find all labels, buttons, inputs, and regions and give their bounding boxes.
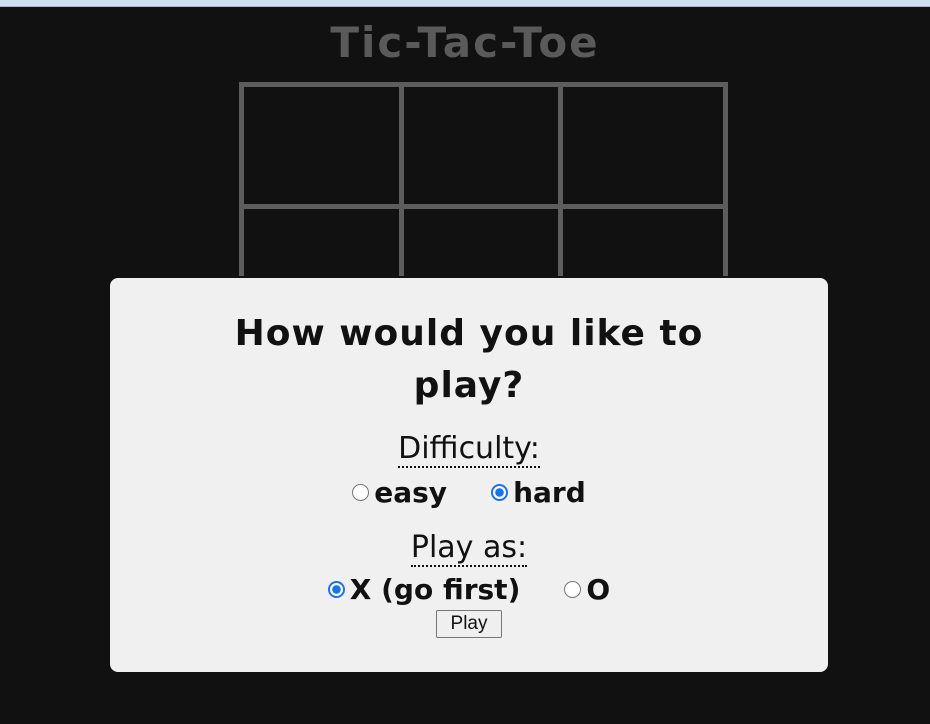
game-options-dialog: How would you like to play? Difficulty: … xyxy=(108,276,830,674)
game-title: Tic-Tac-Toe xyxy=(330,18,600,67)
difficulty-option-hard[interactable]: hard xyxy=(491,476,586,509)
difficulty-option-easy[interactable]: easy xyxy=(352,476,447,509)
difficulty-option-easy-label: easy xyxy=(374,476,448,509)
difficulty-label: Difficulty: xyxy=(398,431,540,468)
play-as-label: Play as: xyxy=(410,530,528,567)
board-cell[interactable] xyxy=(563,87,723,209)
radio-x[interactable] xyxy=(327,581,345,598)
play-as-option-x-label: X (go first) xyxy=(349,573,521,606)
play-as-option-o-label: O xyxy=(586,573,611,606)
radio-hard[interactable] xyxy=(491,484,509,501)
radio-o[interactable] xyxy=(564,581,582,598)
difficulty-options: easy hard xyxy=(110,476,828,509)
radio-easy[interactable] xyxy=(352,484,370,501)
dialog-question: How would you like to play? xyxy=(234,313,704,406)
play-as-options: X (go first) O xyxy=(110,573,828,606)
play-button[interactable]: Play xyxy=(435,610,503,638)
window-top-strip xyxy=(0,0,930,7)
play-as-option-x[interactable]: X (go first) xyxy=(327,573,521,606)
board-cell[interactable] xyxy=(403,87,564,209)
board-cell[interactable] xyxy=(244,87,404,209)
play-as-option-o[interactable]: O xyxy=(564,573,610,606)
difficulty-option-hard-label: hard xyxy=(513,476,586,509)
